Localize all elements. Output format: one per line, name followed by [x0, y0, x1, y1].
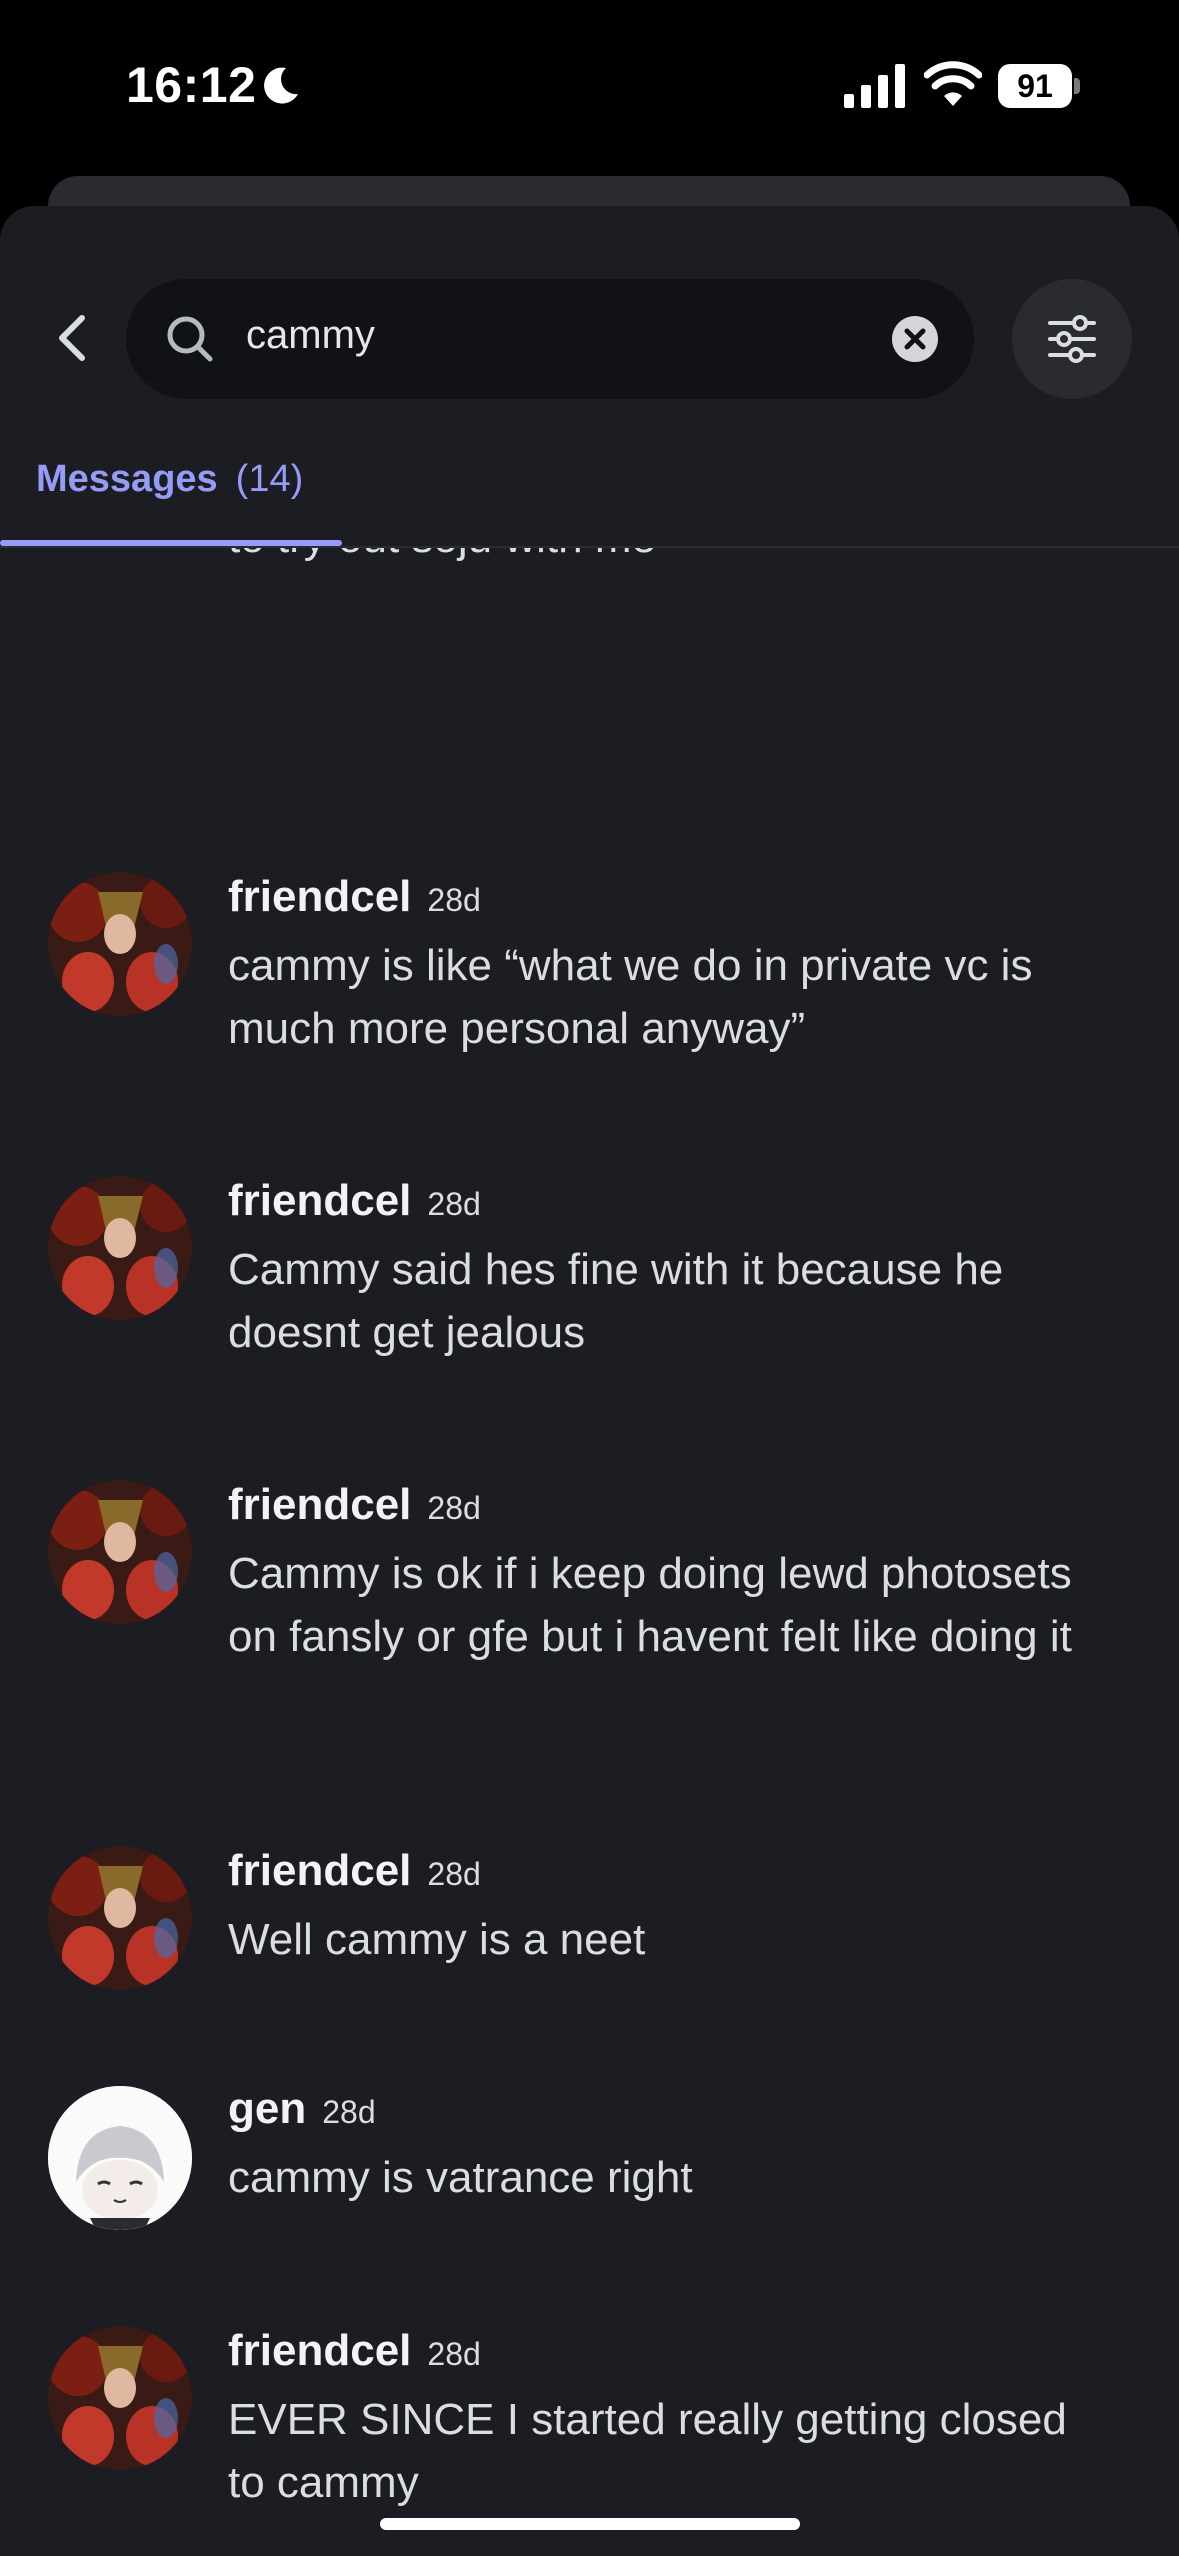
author-name: friendcel	[228, 1480, 412, 1529]
author-name: gen	[228, 2084, 307, 2133]
message-author: friendcel 28d	[228, 1480, 481, 1530]
message-author: friendcel 28d	[228, 872, 481, 922]
message-text: cammy is vatrance right	[228, 2153, 693, 2202]
partial-message-text: to try out soju with me	[228, 548, 656, 570]
tab-messages[interactable]: Messages (14)	[36, 458, 303, 501]
status-bar: 16:12 91	[0, 0, 1179, 170]
friendcel-avatar-image	[48, 2326, 192, 2470]
friendcel-avatar-image	[48, 872, 192, 1016]
avatar[interactable]	[48, 1176, 192, 1320]
search-icon	[167, 316, 213, 362]
gen-avatar-image	[48, 2086, 192, 2230]
wifi-icon	[924, 61, 982, 106]
author-name: friendcel	[228, 2326, 412, 2375]
avatar[interactable]	[48, 1480, 192, 1624]
friendcel-avatar-image	[48, 1176, 192, 1320]
friendcel-avatar-image	[48, 1846, 192, 1990]
filter-sliders-icon	[1048, 315, 1096, 363]
message-author: friendcel 28d	[228, 2326, 481, 2376]
message-text: Well cammy is a neet	[228, 1915, 646, 1964]
clear-search-button[interactable]	[892, 316, 938, 362]
message-timestamp: 28d	[427, 1856, 481, 1892]
avatar[interactable]	[48, 2326, 192, 2470]
author-name: friendcel	[228, 1176, 412, 1225]
message-text: cammy is like “what we do in private vc …	[228, 941, 1033, 1053]
message-timestamp: 28d	[427, 1490, 481, 1526]
result-tabs: Messages (14)	[0, 436, 1179, 548]
avatar[interactable]	[48, 2086, 192, 2230]
status-time: 16:12	[126, 57, 257, 113]
moon-icon	[264, 67, 298, 104]
search-sheet: cammy Messages (14) to try out soju with …	[0, 206, 1179, 2556]
author-name: friendcel	[228, 872, 412, 921]
home-indicator[interactable]	[380, 2518, 800, 2530]
filter-button[interactable]	[1012, 279, 1132, 399]
tab-messages-label: Messages	[36, 458, 218, 500]
search-results-list: to try out soju with me friendcel 28d cam…	[0, 548, 1179, 2548]
back-chevron-icon[interactable]	[48, 306, 96, 370]
battery-tip	[1074, 78, 1080, 94]
message-text: Cammy said hes fine with it because he d…	[228, 1245, 1004, 1357]
message-author: gen 28d	[228, 2084, 376, 2134]
avatar[interactable]	[48, 1846, 192, 1990]
message-timestamp: 28d	[427, 2336, 481, 2372]
battery-level: 91	[998, 64, 1072, 108]
tab-messages-count: (14)	[235, 458, 304, 500]
message-author: friendcel 28d	[228, 1176, 481, 1226]
search-query[interactable]: cammy	[246, 313, 375, 358]
cellular-signal-icon	[844, 64, 905, 108]
avatar[interactable]	[48, 872, 192, 1016]
message-timestamp: 28d	[427, 1186, 481, 1222]
clear-icon	[904, 328, 926, 350]
search-input[interactable]: cammy	[126, 279, 974, 399]
friendcel-avatar-image	[48, 1480, 192, 1624]
battery-icon: 91	[998, 64, 1080, 108]
message-text: Cammy is ok if i keep doing lewd photose…	[228, 1549, 1072, 1661]
message-timestamp: 28d	[322, 2094, 376, 2130]
message-timestamp: 28d	[427, 882, 481, 918]
message-text: EVER SINCE I started really getting clos…	[228, 2395, 1067, 2507]
message-author: friendcel 28d	[228, 1846, 481, 1896]
active-tab-indicator	[0, 540, 342, 546]
author-name: friendcel	[228, 1846, 412, 1895]
